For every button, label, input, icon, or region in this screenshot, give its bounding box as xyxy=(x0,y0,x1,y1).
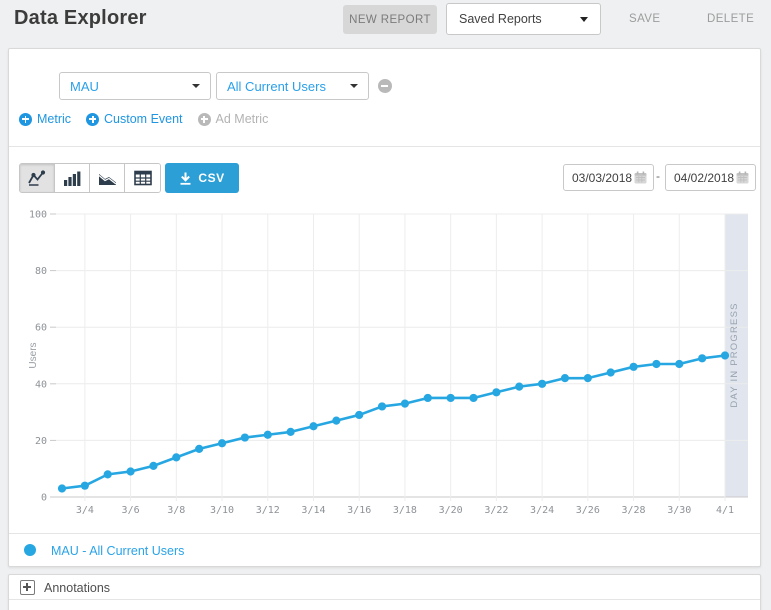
save-button[interactable]: SAVE xyxy=(629,13,660,25)
add-custom-event-link[interactable]: Custom Event xyxy=(86,112,183,126)
add-ad-metric-label: Ad Metric xyxy=(216,112,269,126)
svg-text:3/10: 3/10 xyxy=(210,505,234,516)
svg-text:3/22: 3/22 xyxy=(484,505,508,516)
bar-chart-icon xyxy=(63,170,81,186)
plus-square-icon[interactable] xyxy=(20,580,35,595)
date-to-value: 04/02/2018 xyxy=(666,171,736,185)
remove-metric-button[interactable] xyxy=(378,79,392,93)
table-icon xyxy=(134,170,152,186)
svg-text:Users: Users xyxy=(28,342,39,368)
divider xyxy=(9,146,760,147)
svg-text:3/4: 3/4 xyxy=(76,505,94,516)
svg-text:3/12: 3/12 xyxy=(256,505,280,516)
annotations-label: Annotations xyxy=(44,581,110,595)
svg-text:3/24: 3/24 xyxy=(530,505,554,516)
chart-legend: MAU - All Current Users xyxy=(9,534,760,567)
line-chart-svg: 0 20 40 60 80 100 3/4 3/6 3/8 3/10 3/12 3/14 3/16 3/1… xyxy=(9,205,762,517)
metric-select-value: MAU xyxy=(60,79,192,94)
date-to-input[interactable]: 04/02/2018 xyxy=(665,164,756,191)
bar-chart-type-button[interactable] xyxy=(55,164,90,192)
svg-text:DAY IN PROGRESS: DAY IN PROGRESS xyxy=(729,302,740,407)
svg-text:100: 100 xyxy=(29,210,47,221)
minus-circle-icon xyxy=(378,79,392,93)
area-chart-type-button[interactable] xyxy=(90,164,125,192)
svg-text:3/6: 3/6 xyxy=(122,505,140,516)
legend-series-label[interactable]: MAU - All Current Users xyxy=(51,544,184,558)
add-metric-label: Metric xyxy=(37,112,71,126)
plus-circle-icon xyxy=(19,113,32,126)
svg-text:3/28: 3/28 xyxy=(622,505,646,516)
line-chart-type-button[interactable] xyxy=(20,164,55,192)
csv-button-label: CSV xyxy=(198,171,224,185)
svg-text:4/1: 4/1 xyxy=(716,505,734,516)
table-chart-type-button[interactable] xyxy=(125,164,160,192)
svg-text:60: 60 xyxy=(35,323,47,334)
page-title: Data Explorer xyxy=(14,7,147,30)
annotations-header[interactable]: Annotations xyxy=(9,575,760,599)
add-metric-link[interactable]: Metric xyxy=(19,112,71,126)
saved-reports-dropdown[interactable]: Saved Reports xyxy=(446,3,601,35)
svg-text:40: 40 xyxy=(35,379,47,390)
svg-text:3/30: 3/30 xyxy=(667,505,691,516)
segment-select-value: All Current Users xyxy=(217,79,350,94)
date-range-separator: - xyxy=(656,169,660,183)
svg-text:3/14: 3/14 xyxy=(301,505,325,516)
delete-button[interactable]: DELETE xyxy=(707,13,754,25)
chart-type-toggle-group xyxy=(19,163,161,193)
line-chart-icon xyxy=(28,170,47,186)
svg-text:80: 80 xyxy=(35,266,47,277)
add-links-row: Metric Custom Event Ad Metric xyxy=(19,112,283,126)
calendar-icon[interactable] xyxy=(634,171,647,184)
plus-circle-icon xyxy=(198,113,211,126)
legend-series-dot xyxy=(24,544,36,556)
plus-circle-icon xyxy=(86,113,99,126)
report-panel: MAU All Current Users Metric Custom Even… xyxy=(8,48,761,567)
svg-text:3/20: 3/20 xyxy=(439,505,463,516)
download-icon xyxy=(179,172,192,185)
add-ad-metric-link: Ad Metric xyxy=(198,112,269,126)
chevron-down-icon xyxy=(580,17,588,22)
calendar-icon[interactable] xyxy=(736,171,749,184)
svg-text:3/16: 3/16 xyxy=(347,505,371,516)
chevron-down-icon xyxy=(192,84,200,88)
annotations-panel: Annotations xyxy=(8,574,761,610)
date-from-input[interactable]: 03/03/2018 xyxy=(563,164,654,191)
chevron-down-icon xyxy=(350,84,358,88)
date-from-value: 03/03/2018 xyxy=(564,171,634,185)
svg-text:3/26: 3/26 xyxy=(576,505,600,516)
line-chart[interactable]: 0 20 40 60 80 100 3/4 3/6 3/8 3/10 3/12 3/14 3/16 3/1… xyxy=(9,205,762,517)
new-report-button[interactable]: NEW REPORT xyxy=(343,5,437,34)
svg-text:3/18: 3/18 xyxy=(393,505,417,516)
svg-text:20: 20 xyxy=(35,436,47,447)
csv-download-button[interactable]: CSV xyxy=(165,163,239,193)
area-chart-icon xyxy=(98,170,117,186)
saved-reports-value: Saved Reports xyxy=(447,12,580,26)
svg-text:3/8: 3/8 xyxy=(167,505,185,516)
divider xyxy=(9,599,760,600)
metric-select[interactable]: MAU xyxy=(59,72,211,100)
segment-select[interactable]: All Current Users xyxy=(216,72,369,100)
svg-text:0: 0 xyxy=(41,493,47,504)
add-custom-event-label: Custom Event xyxy=(104,112,183,126)
